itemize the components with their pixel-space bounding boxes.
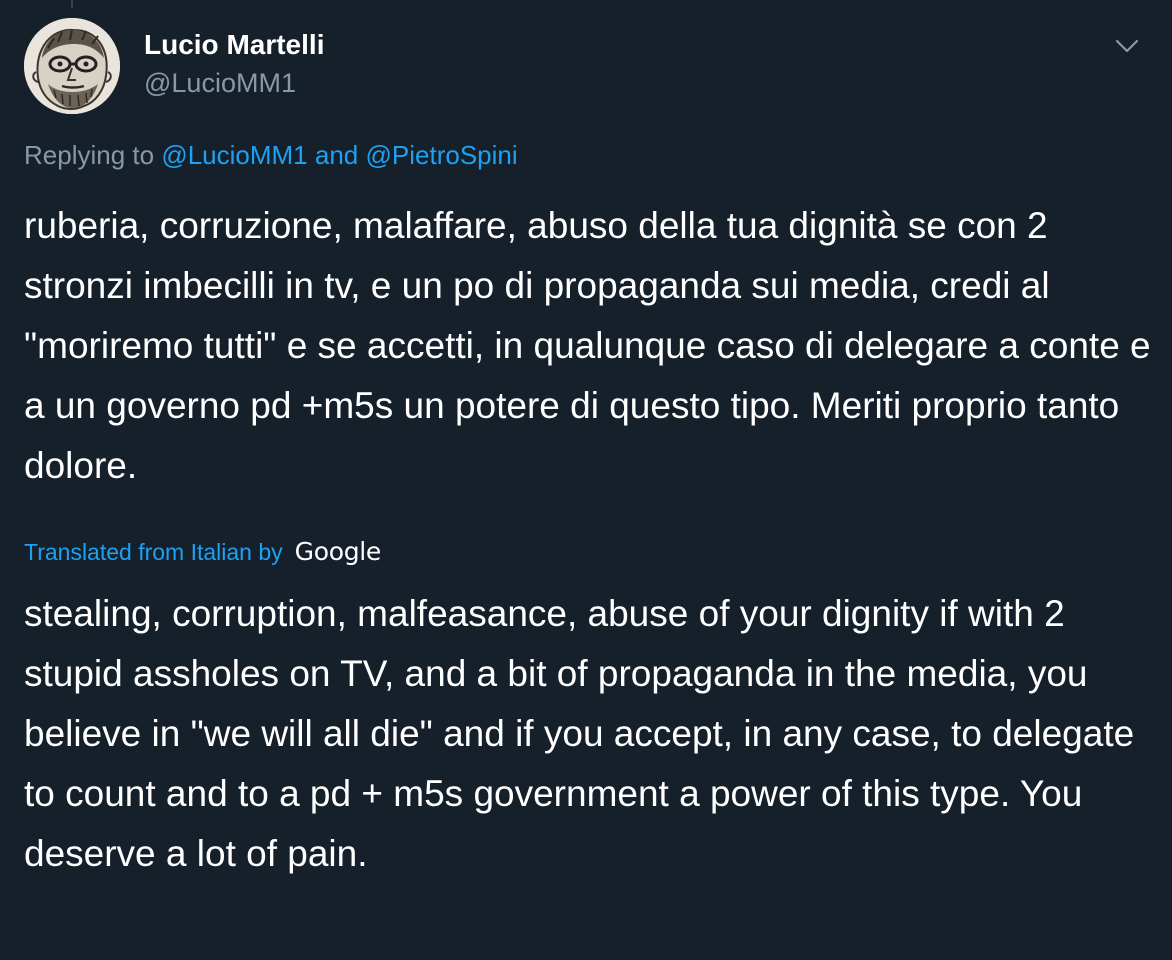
translation-body: stealing, corruption, malfeasance, abuse…: [24, 593, 1135, 874]
author-info: Lucio Martelli @LucioMM1: [144, 28, 324, 100]
tweet-body: ruberia, corruzione, malaffare, abuso de…: [24, 205, 1151, 486]
replying-to-line: Replying to @LucioMM1 and @PietroSpini: [24, 138, 518, 172]
tweet-header: Lucio Martelli @LucioMM1: [24, 18, 1148, 118]
translation-attribution: Translated from Italian by Google: [24, 534, 381, 570]
avatar-illustration: [24, 18, 120, 114]
replying-conjunction: and: [314, 140, 359, 170]
avatar[interactable]: [24, 18, 120, 114]
google-logo: Google: [294, 537, 382, 566]
chevron-down-icon[interactable]: [1112, 34, 1142, 58]
author-handle[interactable]: @LucioMM1: [144, 66, 324, 100]
mention-link-2[interactable]: @PietroSpini: [366, 140, 518, 170]
mention-link-1[interactable]: @LucioMM1: [161, 140, 307, 170]
thread-connector-line: [71, 0, 73, 8]
translated-from-label[interactable]: Translated from Italian by: [24, 534, 283, 570]
replying-to-label: Replying to: [24, 140, 155, 170]
author-display-name[interactable]: Lucio Martelli: [144, 28, 324, 62]
